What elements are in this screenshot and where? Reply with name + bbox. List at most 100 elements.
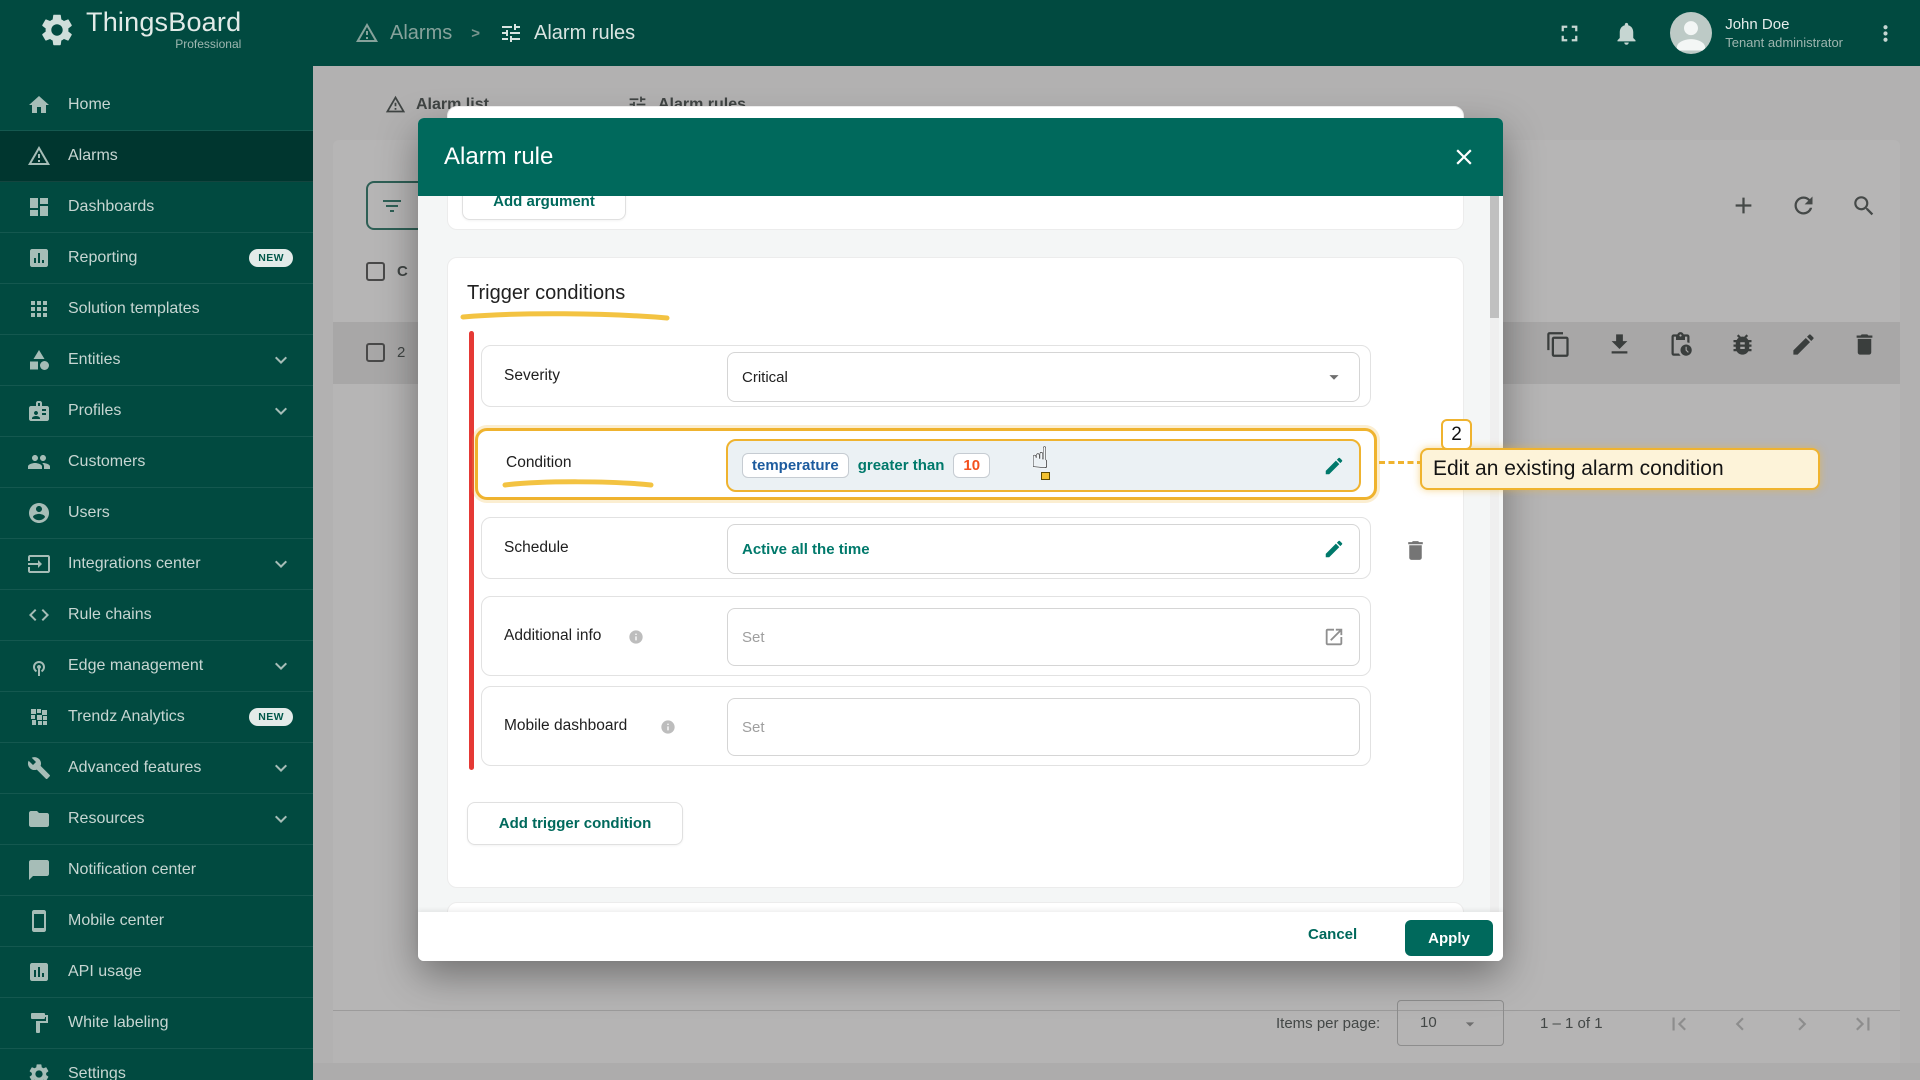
search-button[interactable] bbox=[1851, 193, 1877, 219]
select-all-checkbox[interactable] bbox=[366, 262, 385, 281]
delete-trigger-condition-button[interactable] bbox=[1403, 538, 1428, 563]
breadcrumb-alarm-rules: Alarm rules bbox=[534, 21, 636, 44]
sidebar-item-white-labeling[interactable]: White labeling bbox=[0, 998, 313, 1049]
sidebar-item-customers[interactable]: Customers bbox=[0, 437, 313, 488]
bug-icon bbox=[1733, 334, 1752, 355]
sidebar-item-users[interactable]: Users bbox=[0, 488, 313, 539]
close-dialog-button[interactable] bbox=[1451, 144, 1477, 170]
more-menu-button[interactable] bbox=[1873, 21, 1898, 46]
breadcrumb: Alarms > Alarm rules bbox=[355, 0, 635, 66]
sidebar-item-dashboards[interactable]: Dashboards bbox=[0, 182, 313, 233]
sidebar-item-entities[interactable]: Entities bbox=[0, 335, 313, 386]
mobile-dashboard-field[interactable]: Set bbox=[727, 698, 1360, 756]
last-page-button[interactable] bbox=[1850, 1011, 1876, 1037]
dashboard-icon bbox=[30, 198, 48, 216]
row-download-button[interactable] bbox=[1606, 331, 1633, 358]
edit-schedule-button[interactable] bbox=[1323, 538, 1345, 560]
breadcrumb-alarms[interactable]: Alarms bbox=[390, 22, 452, 45]
apply-button[interactable]: Apply bbox=[1405, 920, 1493, 956]
first-page-button[interactable] bbox=[1666, 1011, 1692, 1037]
brand-subtitle: Professional bbox=[175, 37, 242, 51]
add-trigger-condition-button[interactable]: Add trigger condition bbox=[467, 802, 683, 845]
pencil-icon bbox=[1793, 334, 1814, 355]
additional-info-label: Additional info bbox=[504, 627, 602, 644]
person-circle-icon bbox=[29, 503, 49, 523]
prev-page-button[interactable] bbox=[1727, 1011, 1753, 1037]
notifications-button[interactable] bbox=[1613, 20, 1640, 47]
marker-underline bbox=[502, 479, 654, 488]
sidebar-item-resources[interactable]: Resources bbox=[0, 794, 313, 845]
clipboard-clock-icon bbox=[1671, 332, 1692, 356]
sidebar-item-solution-templates[interactable]: Solution templates bbox=[0, 284, 313, 335]
row-edit-button[interactable] bbox=[1790, 331, 1817, 358]
shapes-icon bbox=[30, 350, 49, 370]
warning-icon bbox=[356, 23, 378, 42]
severity-label: Severity bbox=[504, 367, 560, 384]
open-additional-info-button[interactable] bbox=[1323, 626, 1345, 648]
chevron-left-icon bbox=[1735, 1017, 1744, 1031]
gear-icon bbox=[29, 1064, 49, 1080]
report-chart-icon bbox=[30, 249, 48, 267]
column-header-fragment: C bbox=[397, 263, 408, 280]
badge-icon bbox=[29, 401, 49, 421]
cancel-button[interactable]: Cancel bbox=[1308, 926, 1357, 943]
condition-key-chip[interactable]: temperature bbox=[742, 453, 849, 478]
sidebar-item-settings[interactable]: Settings bbox=[0, 1049, 313, 1080]
pagination-bar bbox=[333, 1010, 1900, 1063]
code-brackets-icon bbox=[29, 609, 49, 621]
row-pending-button[interactable] bbox=[1667, 331, 1694, 358]
home-icon bbox=[29, 96, 49, 113]
breadcrumb-separator: > bbox=[471, 24, 480, 42]
folder-icon bbox=[29, 811, 49, 827]
more-vert-icon bbox=[1883, 24, 1888, 42]
download-icon bbox=[1611, 334, 1628, 354]
condition-value-chip[interactable]: 10 bbox=[953, 453, 991, 478]
sidebar-item-profiles[interactable]: Profiles bbox=[0, 386, 313, 437]
refresh-icon bbox=[1794, 196, 1813, 215]
dialog-scrollbar-thumb[interactable] bbox=[1490, 196, 1499, 318]
brand-logo[interactable]: ThingsBoard Professional bbox=[38, 8, 241, 51]
dialog-scrollbar[interactable] bbox=[1490, 196, 1499, 961]
sidebar-item-advanced-features[interactable]: Advanced features bbox=[0, 743, 313, 794]
edit-condition-button[interactable] bbox=[1323, 455, 1345, 477]
severity-select[interactable]: Critical bbox=[727, 352, 1360, 402]
user-role: Tenant administrator bbox=[1725, 35, 1843, 50]
row-delete-button[interactable] bbox=[1851, 331, 1878, 358]
row-copy-button[interactable] bbox=[1545, 331, 1572, 358]
additional-info-field[interactable]: Set bbox=[727, 608, 1360, 666]
items-per-page-label: Items per page: bbox=[1276, 1015, 1381, 1032]
schedule-field[interactable]: Active all the time bbox=[727, 524, 1360, 574]
user-menu[interactable]: John Doe Tenant administrator bbox=[1670, 12, 1843, 54]
plus-icon bbox=[1735, 197, 1752, 214]
sidebar-item-edge-management[interactable]: Edge management bbox=[0, 641, 313, 692]
sidebar-item-alarms[interactable]: Alarms bbox=[0, 131, 313, 182]
sidebar-item-integrations-center[interactable]: Integrations center bbox=[0, 539, 313, 590]
add-alarm-rule-button[interactable] bbox=[1730, 192, 1757, 219]
items-per-page-select[interactable]: 10 bbox=[1397, 1000, 1504, 1046]
next-page-button[interactable] bbox=[1789, 1011, 1815, 1037]
warning-icon bbox=[28, 146, 50, 165]
sidebar-item-trendz-analytics[interactable]: Trendz Analytics NEW bbox=[0, 692, 313, 743]
fullscreen-button[interactable] bbox=[1556, 20, 1583, 47]
sidebar-item-notification-center[interactable]: Notification center bbox=[0, 845, 313, 896]
top-app-bar: ThingsBoard Professional Alarms > Alarm … bbox=[0, 0, 1920, 66]
sidebar-item-api-usage[interactable]: API usage bbox=[0, 947, 313, 998]
row-debug-button[interactable] bbox=[1729, 331, 1756, 358]
annotation-connector bbox=[1379, 461, 1423, 464]
sidebar-item-rule-chains[interactable]: Rule chains bbox=[0, 590, 313, 641]
sidebar-item-mobile-center[interactable]: Mobile center bbox=[0, 896, 313, 947]
trash-icon bbox=[1856, 334, 1873, 355]
sidebar-item-home[interactable]: Home bbox=[0, 80, 313, 131]
refresh-button[interactable] bbox=[1790, 192, 1817, 219]
sidebar-item-reporting[interactable]: Reporting NEW bbox=[0, 233, 313, 284]
row-checkbox[interactable] bbox=[366, 343, 385, 362]
condition-operation: greater than bbox=[857, 457, 945, 474]
schedule-row: Schedule Active all the time bbox=[481, 517, 1371, 579]
bell-icon bbox=[1617, 22, 1636, 45]
new-badge: NEW bbox=[249, 249, 293, 267]
alarm-rule-dialog: Add argument Trigger conditions Severity… bbox=[418, 106, 1503, 961]
paint-icon bbox=[31, 1013, 48, 1033]
trendz-icon bbox=[31, 709, 47, 725]
chevron-down-icon bbox=[275, 407, 287, 415]
antenna-icon bbox=[33, 661, 45, 676]
